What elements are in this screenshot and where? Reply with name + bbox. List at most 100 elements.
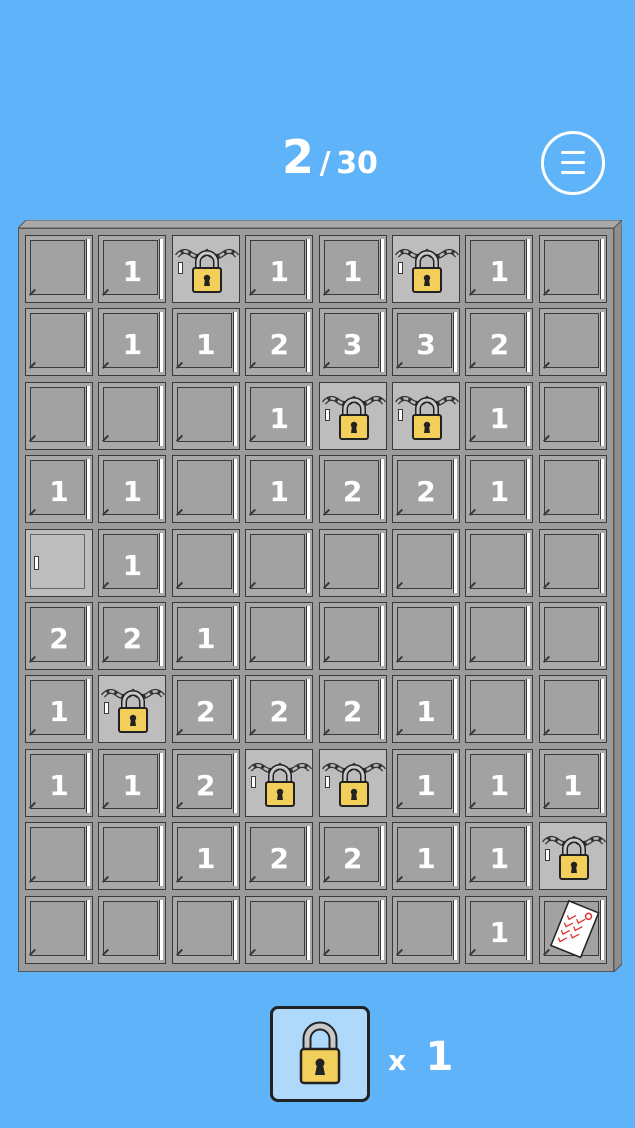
board-cell-empty[interactable] <box>538 235 607 303</box>
board-cell-number[interactable]: 2 <box>245 822 314 891</box>
board-cell-empty[interactable] <box>245 528 314 597</box>
padlock-icon <box>299 1021 341 1085</box>
cell-number: 1 <box>269 475 289 509</box>
board-cell-number[interactable]: 1 <box>25 675 93 744</box>
board-cell-number[interactable]: 2 <box>171 748 240 817</box>
padlock-item-slot[interactable] <box>270 1006 370 1102</box>
board-cell-number[interactable]: 2 <box>98 602 167 670</box>
board-cell-locked[interactable] <box>318 748 387 817</box>
level-indicator: 2 / 30 <box>0 130 635 184</box>
board-cell-empty[interactable] <box>538 381 607 450</box>
board-cell-number[interactable]: 1 <box>392 748 460 817</box>
cell-number: 1 <box>489 255 510 288</box>
board-cell-empty[interactable] <box>392 602 460 670</box>
menu-button[interactable] <box>541 131 605 195</box>
menu-icon-bar <box>561 171 585 174</box>
board-cell-number[interactable]: 1 <box>171 308 240 377</box>
cell-number: 2 <box>269 842 289 876</box>
cell-number: 1 <box>196 842 216 876</box>
board-cell-locked[interactable] <box>538 822 607 891</box>
board-cell-number[interactable]: 1 <box>171 822 240 891</box>
board-cell-number[interactable]: 1 <box>465 895 534 964</box>
board-cell-empty[interactable] <box>98 381 167 450</box>
cell-number: 1 <box>122 328 143 362</box>
board-cell-empty[interactable] <box>98 822 167 891</box>
board-cell-empty[interactable] <box>25 308 93 377</box>
cell-number: 1 <box>416 695 436 729</box>
board-cell-locked[interactable] <box>98 675 167 744</box>
board-cell-empty[interactable] <box>171 381 240 450</box>
board-cell-number[interactable]: 1 <box>98 455 167 524</box>
board-cell-empty[interactable] <box>538 528 607 597</box>
board-cell-number[interactable]: 1 <box>25 748 93 817</box>
board-cell-number[interactable]: 1 <box>465 235 534 303</box>
board-cell-number[interactable]: 2 <box>465 308 534 377</box>
board-cell-empty[interactable] <box>25 895 93 964</box>
board-cell-number[interactable]: 2 <box>245 675 314 744</box>
count-value: 1 <box>425 1034 454 1080</box>
board-cell-locked[interactable] <box>318 381 387 450</box>
board-cell-empty[interactable] <box>465 528 534 597</box>
board-cell-empty[interactable] <box>171 528 240 597</box>
cell-number: 2 <box>416 475 436 509</box>
board-cell-number[interactable]: 1 <box>171 602 240 670</box>
board-cell-empty[interactable] <box>465 675 534 744</box>
board-cell-number[interactable]: 1 <box>392 822 460 891</box>
board-cell-empty[interactable] <box>318 528 387 597</box>
board-cell-locked[interactable] <box>245 748 314 817</box>
board-cell-number[interactable]: 1 <box>98 235 167 303</box>
board-cell-empty[interactable] <box>538 602 607 670</box>
board-cell-empty[interactable] <box>318 602 387 670</box>
board-cell-locked[interactable] <box>392 235 460 303</box>
board-cell-number[interactable]: 1 <box>98 308 167 377</box>
board-cell-empty[interactable] <box>538 675 607 744</box>
board-cell-number[interactable]: 2 <box>171 675 240 744</box>
chained-padlock-icon <box>395 248 459 293</box>
board-cell-empty[interactable] <box>538 308 607 377</box>
board-cell-empty[interactable] <box>245 602 314 670</box>
board-cell-empty[interactable] <box>171 895 240 964</box>
board-cell-empty[interactable] <box>392 528 460 597</box>
board-cell-number[interactable]: 3 <box>392 308 460 377</box>
board-cell-number[interactable]: 1 <box>25 455 93 524</box>
board-cell-locked[interactable] <box>392 381 460 450</box>
board-cell-number[interactable]: 1 <box>245 455 314 524</box>
board-cell-number[interactable]: 2 <box>25 602 93 670</box>
board-cell-number[interactable]: 1 <box>465 381 534 450</box>
board-cell-number[interactable]: 1 <box>465 455 534 524</box>
board-cell-locked[interactable] <box>171 235 240 303</box>
board-cell-empty[interactable] <box>98 895 167 964</box>
cell-number: 1 <box>269 401 289 435</box>
board-cell-number[interactable]: 2 <box>392 455 460 524</box>
board-cell-empty[interactable] <box>392 895 460 964</box>
board-cell-number[interactable]: 2 <box>318 822 387 891</box>
board-cell-empty[interactable] <box>318 895 387 964</box>
board-cell-number[interactable]: 2 <box>318 675 387 744</box>
board-cell-number[interactable]: 1 <box>538 748 607 817</box>
board-cell-number[interactable]: 3 <box>318 308 387 377</box>
cell-number: 1 <box>196 328 216 362</box>
board-cell-empty[interactable] <box>25 822 93 891</box>
board-cell-number[interactable]: 1 <box>465 822 534 891</box>
board-cell-empty[interactable] <box>171 455 240 524</box>
menu-icon-bar <box>561 151 585 154</box>
board-cell-number[interactable]: 1 <box>318 235 387 303</box>
board-cell-empty[interactable] <box>25 235 93 303</box>
board-cell-number[interactable]: 1 <box>465 748 534 817</box>
board-cell-number[interactable]: 1 <box>245 235 314 303</box>
chained-padlock-icon <box>174 248 239 293</box>
board-cell-number[interactable]: 1 <box>245 381 314 450</box>
board-cell-number[interactable]: 1 <box>98 748 167 817</box>
board-cell-empty[interactable] <box>245 895 314 964</box>
board-cell-closed[interactable] <box>25 528 93 597</box>
board-cell-empty[interactable] <box>25 381 93 450</box>
board-cell-number[interactable]: 1 <box>392 675 460 744</box>
board-cell-empty[interactable] <box>538 455 607 524</box>
board-cell-number[interactable]: 2 <box>245 308 314 377</box>
board-cell-number[interactable]: 2 <box>318 455 387 524</box>
board-cell-note[interactable] <box>538 895 607 964</box>
cell-number: 1 <box>416 842 436 876</box>
chained-padlock-icon <box>541 835 606 881</box>
board-cell-empty[interactable] <box>465 602 534 670</box>
board-cell-number[interactable]: 1 <box>98 528 167 597</box>
